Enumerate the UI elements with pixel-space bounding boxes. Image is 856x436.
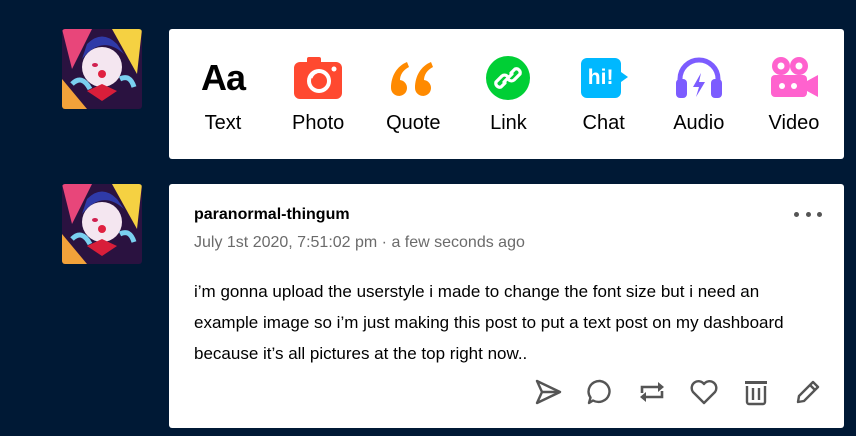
chat-icon: hi! xyxy=(578,54,630,102)
compose-photo-label: Photo xyxy=(292,111,345,134)
post-body: i’m gonna upload the userstyle i made to… xyxy=(194,282,784,363)
post-header: paranormal-thingum July 1st 2020, 7:51:0… xyxy=(194,206,525,252)
text-post: paranormal-thingum July 1st 2020, 7:51:0… xyxy=(169,184,844,428)
compose-text-button[interactable]: Aa Text xyxy=(185,54,261,135)
avatar[interactable] xyxy=(62,29,142,109)
camera-icon xyxy=(292,54,344,102)
compose-text-label: Text xyxy=(204,111,242,134)
video-camera-icon xyxy=(768,54,820,102)
post-composer: Aa Text Photo Quote Link hi! Chat Audio … xyxy=(169,29,844,159)
more-options-icon[interactable] xyxy=(794,208,822,220)
blog-name[interactable]: paranormal-thingum xyxy=(194,206,525,224)
avatar-image xyxy=(62,29,142,109)
compose-audio-button[interactable]: Audio xyxy=(661,54,737,135)
edit-icon[interactable] xyxy=(792,376,824,408)
compose-chat-label: Chat xyxy=(582,111,625,134)
like-icon[interactable] xyxy=(688,376,720,408)
headphones-icon xyxy=(673,54,725,102)
compose-quote-button[interactable]: Quote xyxy=(375,54,451,135)
compose-chat-button[interactable]: hi! Chat xyxy=(566,54,642,135)
chat-glyph: hi! xyxy=(587,65,614,89)
compose-link-button[interactable]: Link xyxy=(470,54,546,135)
compose-video-label: Video xyxy=(768,111,820,134)
compose-quote-label: Quote xyxy=(386,111,441,134)
text-icon: Aa xyxy=(197,54,249,102)
compose-link-label: Link xyxy=(490,111,527,134)
post-actions xyxy=(532,376,824,408)
quote-icon xyxy=(387,54,439,102)
link-icon xyxy=(482,54,534,102)
post-type-bar: Aa Text Photo Quote Link hi! Chat Audio … xyxy=(169,29,844,159)
reblog-icon[interactable] xyxy=(636,376,668,408)
compose-video-button[interactable]: Video xyxy=(756,54,832,135)
text-glyph: Aa xyxy=(200,56,246,98)
avatar[interactable] xyxy=(62,184,142,264)
avatar-image xyxy=(62,184,142,264)
share-icon[interactable] xyxy=(532,376,564,408)
post-timestamp[interactable]: July 1st 2020, 7:51:02 pm · a few second… xyxy=(194,234,525,252)
delete-icon[interactable] xyxy=(740,376,772,408)
reply-icon[interactable] xyxy=(584,376,616,408)
compose-photo-button[interactable]: Photo xyxy=(280,54,356,135)
compose-audio-label: Audio xyxy=(673,111,725,134)
